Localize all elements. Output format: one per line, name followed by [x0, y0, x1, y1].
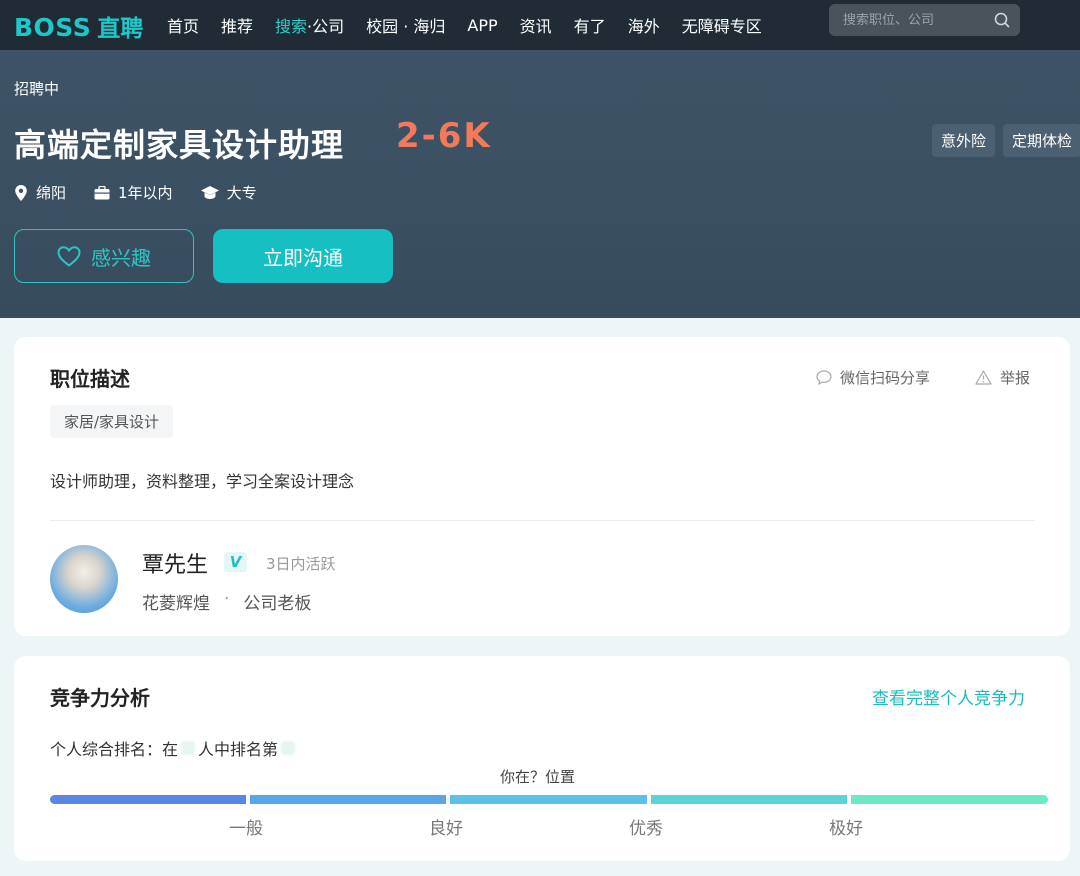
bar-segment	[851, 795, 1048, 804]
report-label: 举报	[1000, 369, 1031, 387]
chat-now-label: 立即沟通	[263, 245, 343, 270]
recruiter-company-line: 花菱辉煌 · 公司老板	[142, 589, 311, 614]
boss-logo[interactable]: BOSS 直聘	[14, 9, 143, 43]
position-label: 你在？位置	[500, 768, 576, 786]
heart-icon	[57, 245, 81, 267]
job-experience-text: 1年以内	[118, 184, 173, 202]
recruiter-name: 覃先生	[142, 553, 209, 578]
nav-item-recommend[interactable]: 推荐	[221, 13, 253, 37]
nav-item-search[interactable]: 搜索	[275, 17, 307, 36]
graduation-cap-icon	[200, 185, 219, 199]
benefit-tags: 意外险 定期体检	[932, 124, 1080, 157]
rank-middle: 人中排名第	[198, 740, 279, 759]
top-nav: BOSS 直聘 首页 推荐 搜索·公司 校园 · 海归 APP 资讯 有了 海外…	[0, 0, 1080, 50]
level-label: 一般	[229, 819, 263, 839]
search-box	[829, 4, 1020, 36]
search-icon[interactable]	[994, 12, 1010, 28]
nav-item-campus[interactable]: 校园 · 海归	[366, 13, 445, 37]
warning-icon	[975, 370, 992, 385]
job-description-card: 职位描述 微信扫码分享 举报 家居/家具设计 设计师助理，资料整理，学习全案设计…	[14, 337, 1070, 636]
level-label: 优秀	[629, 819, 663, 839]
location-pin-icon	[15, 184, 27, 201]
job-location-text: 绵阳	[36, 184, 67, 202]
job-meta: 绵阳 1年以内 大专	[14, 182, 285, 203]
rank-prefix: 个人综合排名：在	[50, 740, 179, 759]
company-name[interactable]: 花菱辉煌	[142, 589, 210, 614]
competition-card: 竞争力分析 查看完整个人竞争力 个人综合排名：在 人中排名第 你在？位置 一般 …	[14, 656, 1070, 861]
job-education-text: 大专	[226, 184, 257, 202]
nav-item-home[interactable]: 首页	[167, 13, 199, 37]
blurred-number	[281, 741, 296, 755]
job-education: 大专	[200, 182, 257, 203]
job-category-tag: 家居/家具设计	[50, 405, 174, 438]
view-full-competitiveness-link[interactable]: 查看完整个人竞争力	[872, 684, 1025, 709]
logo-subtext: 直聘	[97, 16, 144, 42]
job-salary: 2-6K	[396, 116, 492, 156]
briefcase-icon	[94, 185, 110, 199]
chat-bubble-icon	[816, 370, 832, 385]
recruiter-role: 公司老板	[243, 594, 312, 614]
bar-segment	[250, 795, 446, 804]
divider	[50, 520, 1035, 521]
bar-segment	[50, 795, 246, 804]
report-button[interactable]: 举报	[975, 367, 1030, 388]
logo-text: BOSS	[14, 13, 92, 42]
job-title: 高端定制家具设计助理	[14, 126, 345, 164]
nav-item-accessibility[interactable]: 无障碍专区	[682, 13, 762, 37]
competitiveness-bar	[50, 795, 1048, 804]
wechat-share-button[interactable]: 微信扫码分享	[816, 367, 930, 388]
job-experience: 1年以内	[94, 182, 173, 203]
job-banner: 招聘中 高端定制家具设计助理 2-6K 绵阳 1年以内 大专 意外险 定期体检 …	[0, 50, 1080, 318]
recruiter-active-status: 3日内活跃	[266, 555, 336, 573]
benefit-tag: 定期体检	[1003, 124, 1080, 157]
job-description-heading: 职位描述	[50, 367, 130, 391]
nav-menu: 首页 推荐 搜索·公司 校园 · 海归 APP 资讯 有了 海外 无障碍专区	[167, 0, 784, 50]
nav-item-overseas[interactable]: 海外	[628, 13, 660, 37]
chat-now-button[interactable]: 立即沟通	[213, 229, 393, 283]
job-status: 招聘中	[14, 80, 60, 98]
verified-badge-icon: V	[224, 552, 247, 572]
nav-item-company[interactable]: ·公司	[307, 17, 344, 36]
recruiter-avatar[interactable]	[50, 545, 118, 613]
search-input[interactable]	[843, 12, 994, 28]
interested-label: 感兴趣	[91, 245, 151, 270]
rank-text: 个人综合排名：在 人中排名第	[50, 736, 298, 760]
nav-item-search-company[interactable]: 搜索·公司	[275, 13, 344, 37]
bar-segment	[651, 795, 847, 804]
level-label: 极好	[829, 819, 863, 839]
blurred-number	[181, 741, 196, 755]
separator-dot: ·	[224, 589, 230, 609]
nav-item-youle[interactable]: 有了	[574, 13, 606, 37]
level-label: 良好	[429, 819, 463, 839]
job-location: 绵阳	[14, 182, 66, 203]
nav-item-app[interactable]: APP	[467, 16, 497, 35]
job-description-text: 设计师助理，资料整理，学习全案设计理念	[50, 472, 355, 491]
competition-heading: 竞争力分析	[50, 686, 150, 710]
nav-item-news[interactable]: 资讯	[520, 13, 552, 37]
interested-button[interactable]: 感兴趣	[14, 229, 194, 283]
benefit-tag: 意外险	[932, 124, 996, 157]
wechat-share-label: 微信扫码分享	[840, 369, 931, 387]
bar-segment	[450, 795, 647, 804]
